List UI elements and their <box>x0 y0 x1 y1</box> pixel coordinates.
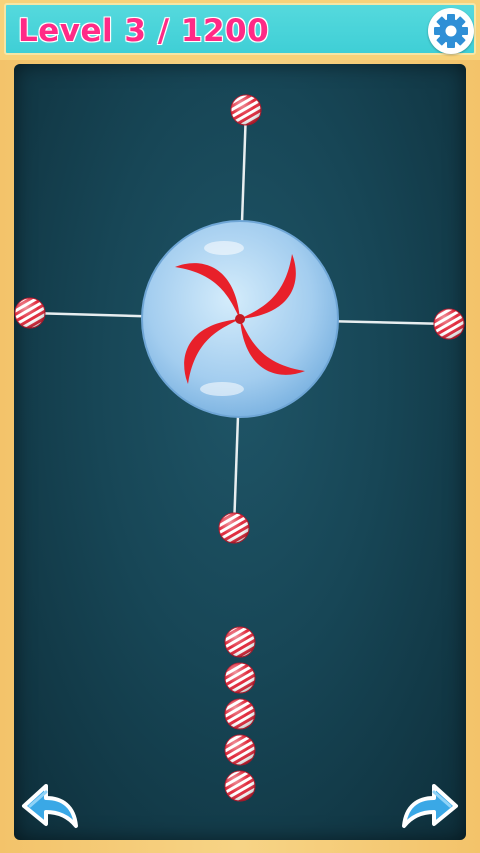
pin-queue[interactable] <box>224 626 256 802</box>
queued-pin <box>224 698 256 730</box>
back-arrow-icon <box>22 784 78 828</box>
top-bar: Level 3 / 1200 <box>0 0 480 60</box>
forward-arrow-icon <box>402 784 458 828</box>
attached-pin <box>14 297 46 329</box>
forward-button[interactable] <box>392 770 462 840</box>
game-board[interactable] <box>14 64 466 840</box>
attached-pin <box>218 512 250 544</box>
attached-pin <box>433 308 465 340</box>
header-panel: Level 3 / 1200 <box>4 3 476 55</box>
queued-pin <box>224 770 256 802</box>
attached-pin <box>230 94 262 126</box>
peppermint-candy-wheel <box>141 220 339 418</box>
queued-pin <box>224 662 256 694</box>
settings-button[interactable] <box>428 8 474 54</box>
queued-pin <box>224 734 256 766</box>
queued-pin <box>224 626 256 658</box>
gear-icon <box>430 10 472 52</box>
back-button[interactable] <box>18 770 88 840</box>
game-canvas <box>14 94 465 802</box>
level-indicator: Level 3 / 1200 <box>18 13 270 49</box>
